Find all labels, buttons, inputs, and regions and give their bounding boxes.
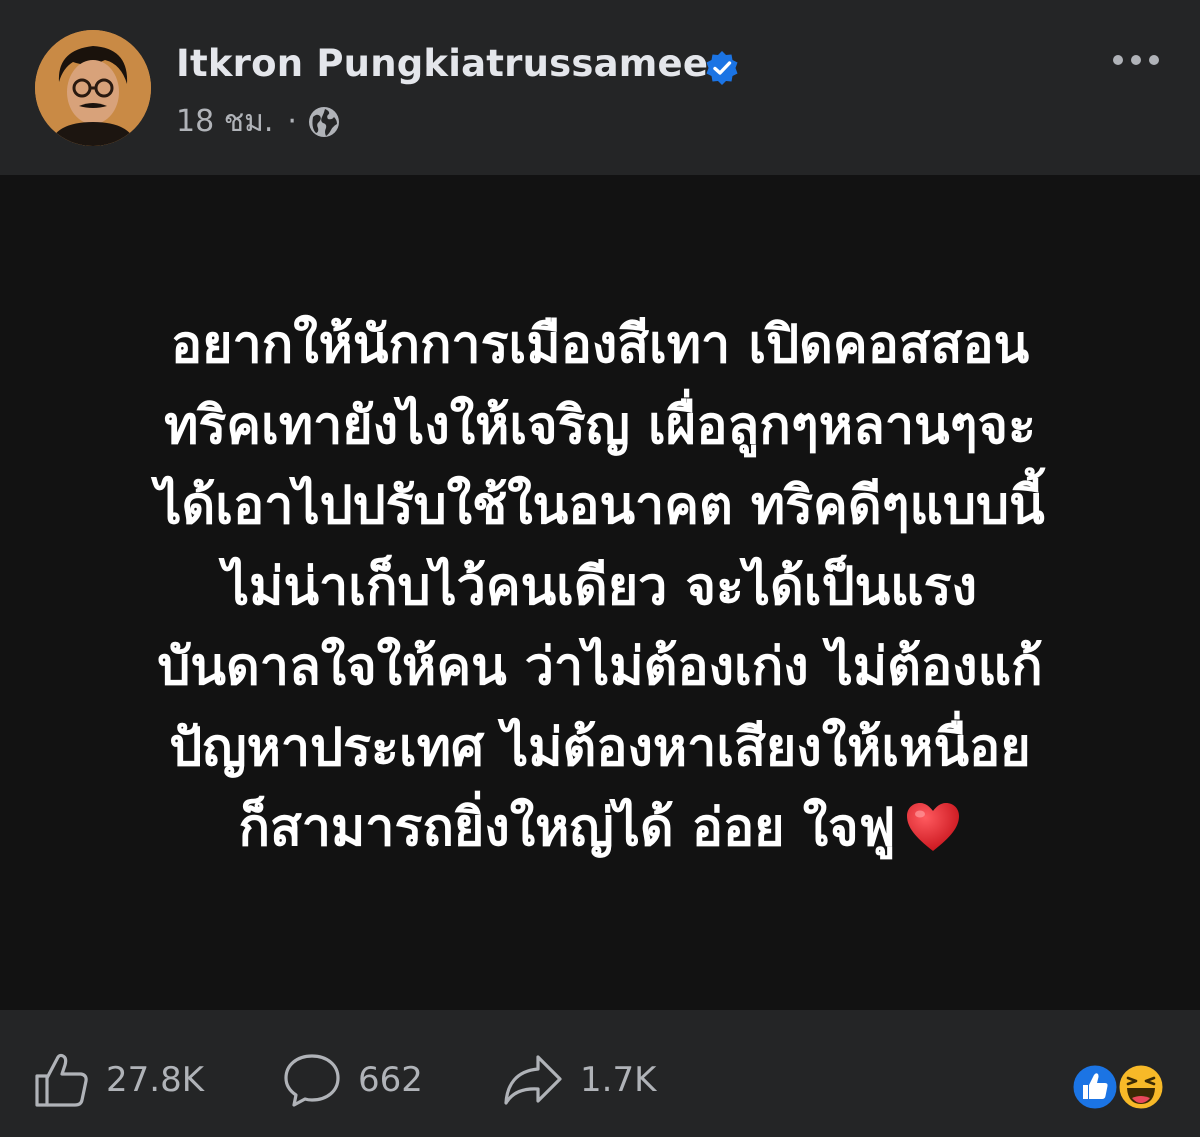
share-button[interactable]: 1.7K [502, 1050, 656, 1110]
post-text-line: ก็สามารถยิ่งใหญ่ได้ อ่อย ใจฟู [238, 798, 896, 858]
meta-separator: · [287, 104, 297, 139]
reactions-summary[interactable] [1070, 1062, 1170, 1112]
post-text-line: ไม่น่าเก็บไว้คนเดียว จะได้เป็นแรง [223, 556, 977, 617]
verified-badge-icon [706, 51, 738, 85]
like-reaction-icon [1070, 1062, 1120, 1112]
comment-count: 662 [358, 1060, 423, 1100]
like-count: 27.8K [106, 1060, 204, 1100]
post-meta: 18 ชม. · [176, 98, 341, 145]
author-name[interactable]: Itkron Pungkiatrussamee [176, 42, 708, 85]
post-content: อยากให้นักการเมืองสีเทา เปิดคอสสอน ทริคเ… [0, 175, 1200, 1010]
comment-button[interactable]: 662 [282, 1050, 423, 1110]
more-horizontal-icon[interactable] [1110, 48, 1162, 72]
post-text: อยากให้นักการเมืองสีเทา เปิดคอสสอน ทริคเ… [60, 305, 1140, 869]
share-arrow-icon [504, 1055, 562, 1105]
post-text-line: ทริคเทายังไงให้เจริญ เผื่อลูกๆหลานๆจะ [164, 395, 1036, 456]
post-text-line: บันดาลใจให้คน ว่าไม่ต้องเก่ง ไม่ต้องแก้ [157, 637, 1043, 697]
comment-bubble-icon [284, 1054, 340, 1107]
post-actions-bar: 27.8K 662 1.7K [0, 1010, 1200, 1137]
like-button[interactable]: 27.8K [32, 1050, 204, 1110]
haha-reaction-icon [1116, 1062, 1166, 1112]
thumbs-up-icon [35, 1053, 88, 1107]
globe-icon[interactable] [307, 105, 341, 139]
post-text-line: ได้เอาไปปรับใช้ในอนาคต ทริคดีๆแบบนี้ [155, 476, 1045, 536]
red-heart-icon [907, 803, 960, 851]
post-timestamp[interactable]: 18 ชม. [176, 98, 273, 145]
share-count: 1.7K [580, 1060, 657, 1100]
post-text-last-line: ก็สามารถยิ่งใหญ่ได้ อ่อย ใจฟู [60, 788, 1140, 869]
post-header: Itkron Pungkiatrussamee 18 ชม. · [0, 0, 1200, 175]
author-avatar[interactable] [35, 30, 151, 146]
post-text-line: อยากให้นักการเมืองสีเทา เปิดคอสสอน [170, 315, 1030, 375]
post-text-line: ปัญหาประเทศ ไม่ต้องหาเสียงให้เหนื่อย [169, 717, 1031, 778]
